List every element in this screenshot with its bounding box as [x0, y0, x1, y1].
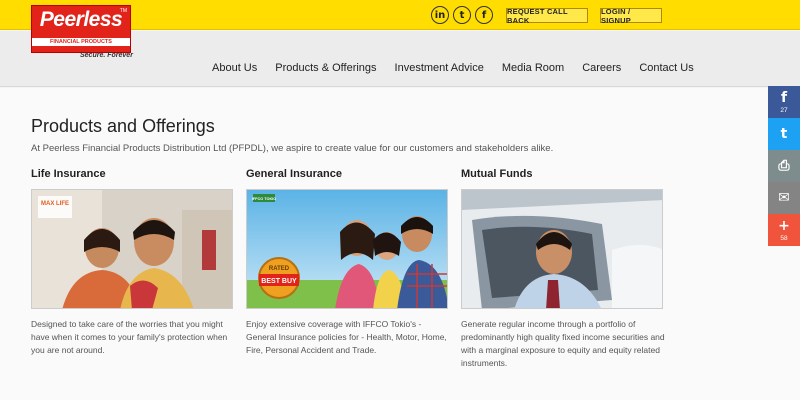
logo-subtitle: FINANCIAL PRODUCTS DISTRIBUTION: [32, 38, 130, 53]
login-signup-button[interactable]: LOGIN / SIGNUP: [600, 7, 662, 25]
logo-trademark: TM: [119, 8, 127, 14]
iffco-badge: IFFCO TOKIO: [252, 197, 276, 201]
share-facebook-button[interactable]: f 27: [768, 86, 800, 118]
logo-wordmark: Peerless: [39, 8, 123, 31]
logo[interactable]: Peerless TM FINANCIAL PRODUCTS DISTRIBUT…: [31, 5, 131, 53]
twitter-icon[interactable]: t: [453, 6, 471, 24]
main-nav: About Us Products & Offerings Investment…: [212, 62, 694, 74]
nav-contact-us[interactable]: Contact Us: [639, 62, 693, 74]
card-title-life-insurance[interactable]: Life Insurance: [31, 168, 106, 180]
card-desc-life-insurance: Designed to take care of the worries tha…: [31, 319, 228, 355]
share-twitter-button[interactable]: t: [768, 118, 800, 150]
nav-investment-advice[interactable]: Investment Advice: [395, 62, 484, 74]
nav-products-offerings[interactable]: Products & Offerings: [275, 62, 376, 74]
card-desc-general-insurance: Enjoy extensive coverage with IFFCO Toki…: [246, 319, 447, 355]
general-insurance-image[interactable]: IFFCO TOKIO RATED BEST BUY: [246, 189, 448, 309]
facebook-share-count: 27: [780, 106, 788, 114]
nav-careers[interactable]: Careers: [582, 62, 621, 74]
share-more-button[interactable]: + 58: [768, 214, 800, 246]
more-share-count: 58: [780, 234, 788, 242]
tagline: Secure. Forever: [80, 52, 133, 59]
facebook-icon[interactable]: f: [475, 6, 493, 24]
card-desc-mutual-funds: Generate regular income through a portfo…: [461, 319, 665, 368]
card-title-mutual-funds[interactable]: Mutual Funds: [461, 168, 533, 180]
nav-about-us[interactable]: About Us: [212, 62, 257, 74]
max-life-badge: MAX LIFE: [41, 201, 69, 207]
facebook-icon: f: [780, 89, 788, 106]
best-buy-label: BEST BUY: [261, 278, 297, 285]
print-icon: ⎙: [778, 157, 790, 174]
card-title-general-insurance[interactable]: General Insurance: [246, 168, 342, 180]
nav-media-room[interactable]: Media Room: [502, 62, 564, 74]
share-print-button[interactable]: ⎙: [768, 150, 800, 182]
page-intro: At Peerless Financial Products Distribut…: [31, 143, 554, 154]
request-call-back-button[interactable]: REQUEST CALL BACK: [506, 7, 588, 25]
linkedin-icon[interactable]: in: [431, 6, 449, 24]
page-title: Products and Offerings: [31, 116, 215, 136]
mutual-funds-image[interactable]: [461, 189, 663, 309]
email-icon: ✉: [778, 189, 790, 206]
share-email-button[interactable]: ✉: [768, 182, 800, 214]
plus-icon: +: [778, 217, 790, 234]
life-insurance-image[interactable]: MAX LIFE: [31, 189, 233, 309]
twitter-icon: t: [780, 125, 788, 142]
social-links: in t f: [431, 6, 493, 24]
rated-label: RATED: [269, 266, 290, 272]
